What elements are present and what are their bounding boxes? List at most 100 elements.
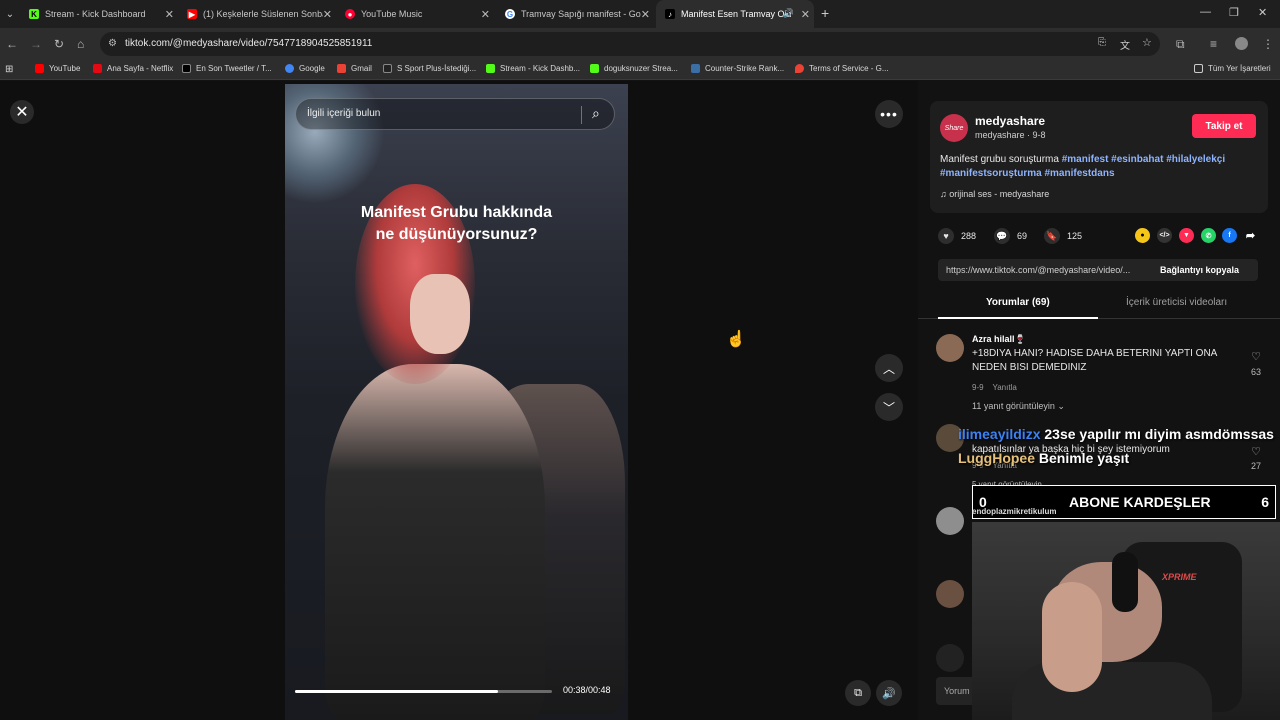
save-button[interactable]: 🔖 125 [1044,228,1082,244]
tab-youtube-video[interactable]: ▶ (1) Keşkelerle Süslenen Sonbah ✕ [178,0,336,28]
volume-button[interactable]: 🔊 [876,680,902,706]
sound-link[interactable]: ♫ orijinal ses - medyashare [940,189,1049,199]
commenter-avatar[interactable] [936,334,964,362]
minimize-icon[interactable]: — [1200,6,1211,18]
search-icon[interactable]: ⌕ [592,105,600,122]
video-player[interactable]: İlgili içeriği bulun ⌕ Manifest Grubu ha… [285,84,628,720]
close-tab-icon[interactable]: ✕ [801,8,810,21]
embed-icon[interactable]: </> [1157,228,1172,243]
tab-comments[interactable]: Yorumlar (69) [986,297,1050,308]
reload-icon[interactable]: ↻ [54,37,64,51]
copy-link-button[interactable]: Bağlantıyı kopyala [1160,265,1239,275]
bookmark-gmail[interactable]: Gmail [337,64,372,73]
gmail-icon [337,64,346,73]
window-close-icon[interactable]: ✕ [1258,6,1267,19]
hashtags-2[interactable]: #manifestsoruşturma #manifestdans [940,168,1115,179]
tab-search-icon[interactable]: ⌄ [1,5,19,23]
folder-icon [1194,64,1203,73]
comment-like-icon[interactable]: ♡ [1244,350,1268,363]
caption-line-1: Manifest Grubu hakkında [360,204,553,221]
author-avatar[interactable]: Share [940,114,968,142]
tab-kick-dashboard[interactable]: K Stream - Kick Dashboard ✕ [20,0,178,28]
site-info-icon[interactable]: ⚙ [108,38,117,49]
follow-button[interactable]: Takip et [1192,114,1256,138]
comment-like-icon[interactable]: ♡ [1244,445,1268,458]
sub-goal-end: 6 [1261,494,1269,510]
bookmark-twitter[interactable]: En Son Tweetler / T... [182,64,272,73]
youtube-music-icon: ● [345,9,355,19]
next-video-button[interactable]: ﹀ [875,393,903,421]
video-time: 00:38/00:48 [563,685,611,695]
tiktok-icon: ♪ [665,9,675,19]
close-tab-icon[interactable]: ✕ [641,8,650,21]
menu-dots-icon[interactable]: ⋮ [1262,37,1274,51]
kick-icon [590,64,599,73]
more-options-button[interactable]: ••• [875,100,903,128]
comment-like-count: 63 [1250,367,1261,377]
forward-icon[interactable]: → [30,37,42,51]
x-icon [182,64,191,73]
tab-tiktok-active[interactable]: ♪ Manifest Esen Tramvay Ola 🔊 ✕ [656,0,814,28]
mouse-cursor-icon: ☝ [726,331,746,348]
coin-icon[interactable]: ● [1135,228,1150,243]
close-tab-icon[interactable]: ✕ [165,8,174,21]
performer-face [410,274,470,354]
tab-google-search[interactable]: G Tramvay Sapığı manifest - Goo ✕ [496,0,654,28]
audio-playing-icon[interactable]: 🔊 [783,8,794,19]
bookmark-ssport[interactable]: S Sport Plus-İstediği... [383,64,476,73]
close-video-button[interactable]: ✕ [10,100,34,124]
close-tab-icon[interactable]: ✕ [481,8,490,21]
extensions-icon[interactable]: ⧉ [1176,37,1185,52]
comment-item: Azra hilall🍷 +18DIYA HANI? HADISE DAHA B… [936,334,1266,414]
media-controls-icon[interactable]: ≡ [1210,37,1217,51]
url-text[interactable]: tiktok.com/@medyashare/video/75477189045… [125,38,372,49]
comment-button[interactable]: 💬 69 [994,228,1027,244]
bookmark-counter-strike[interactable]: Counter-Strike Rank... [691,64,784,73]
commenter-avatar[interactable] [936,644,964,672]
profile-avatar[interactable] [1235,37,1248,50]
facebook-icon[interactable]: f [1222,228,1237,243]
tab-title: Manifest Esen Tramvay Ola [681,9,791,19]
reply-link[interactable]: Yanıtla [992,383,1016,392]
tab-creator-videos[interactable]: İçerik üreticisi videoları [1126,297,1227,308]
search-placeholder: İlgili içeriği bulun [307,108,381,119]
like-button[interactable]: ♥ 288 [938,228,976,244]
share-arrow-icon[interactable]: ➦ [1243,228,1258,243]
bookmark-terms[interactable]: Terms of Service - G... [795,64,889,73]
bookmark-netflix[interactable]: Ana Sayfa - Netflix [93,64,173,73]
related-search-input[interactable]: İlgili içeriği bulun ⌕ [295,98,615,130]
view-replies-link[interactable]: 11 yanıt görüntüleyin ⌄ [972,401,1065,412]
streamer-body [1012,662,1212,720]
send-icon[interactable]: ▼ [1179,228,1194,243]
home-icon[interactable]: ⌂ [77,37,84,51]
sub-goal-title: ABONE KARDEŞLER [1069,494,1211,510]
bookmark-youtube[interactable]: YouTube [35,64,80,73]
floating-player-button[interactable]: ⧉ [845,680,871,706]
bookmark-label: Counter-Strike Rank... [705,64,785,73]
install-app-icon[interactable]: ⎘ [1098,37,1106,48]
back-icon[interactable]: ← [6,37,18,51]
author-username[interactable]: medyashare [975,114,1045,128]
previous-video-button[interactable]: ︿ [875,354,903,382]
commenter-name[interactable]: Azra hilall🍷 [972,334,1026,345]
whatsapp-icon[interactable]: ✆ [1201,228,1216,243]
bookmark-kick-stream[interactable]: doguksnuzer Strea... [590,64,678,73]
commenter-avatar[interactable] [936,580,964,608]
close-tab-icon[interactable]: ✕ [323,8,332,21]
commenter-avatar[interactable] [936,507,964,535]
omnibox[interactable]: ⚙ tiktok.com/@medyashare/video/754771890… [100,32,1160,56]
video-progress-bar[interactable] [295,690,552,693]
bookmark-google[interactable]: Google [285,64,325,73]
translate-icon[interactable]: 文 [1120,37,1130,52]
all-bookmarks[interactable]: Tüm Yer İşaretleri [1194,64,1271,73]
bookmark-kick-dashboard[interactable]: Stream - Kick Dashb... [486,64,580,73]
hashtags-1[interactable]: #manifest #esinbahat #hilalyelekçi [1062,154,1225,165]
maximize-icon[interactable]: ❐ [1229,6,1239,19]
tab-youtube-music[interactable]: ● YouTube Music ✕ [336,0,494,28]
bookmark-star-icon[interactable]: ☆ [1142,36,1152,49]
streamer-arm [1042,582,1102,692]
comment-like-count: 27 [1250,461,1261,471]
apps-grid-icon[interactable]: ⊞ [5,64,13,75]
new-tab-button[interactable]: + [821,5,829,21]
comment-date: 9-9 [972,383,984,392]
